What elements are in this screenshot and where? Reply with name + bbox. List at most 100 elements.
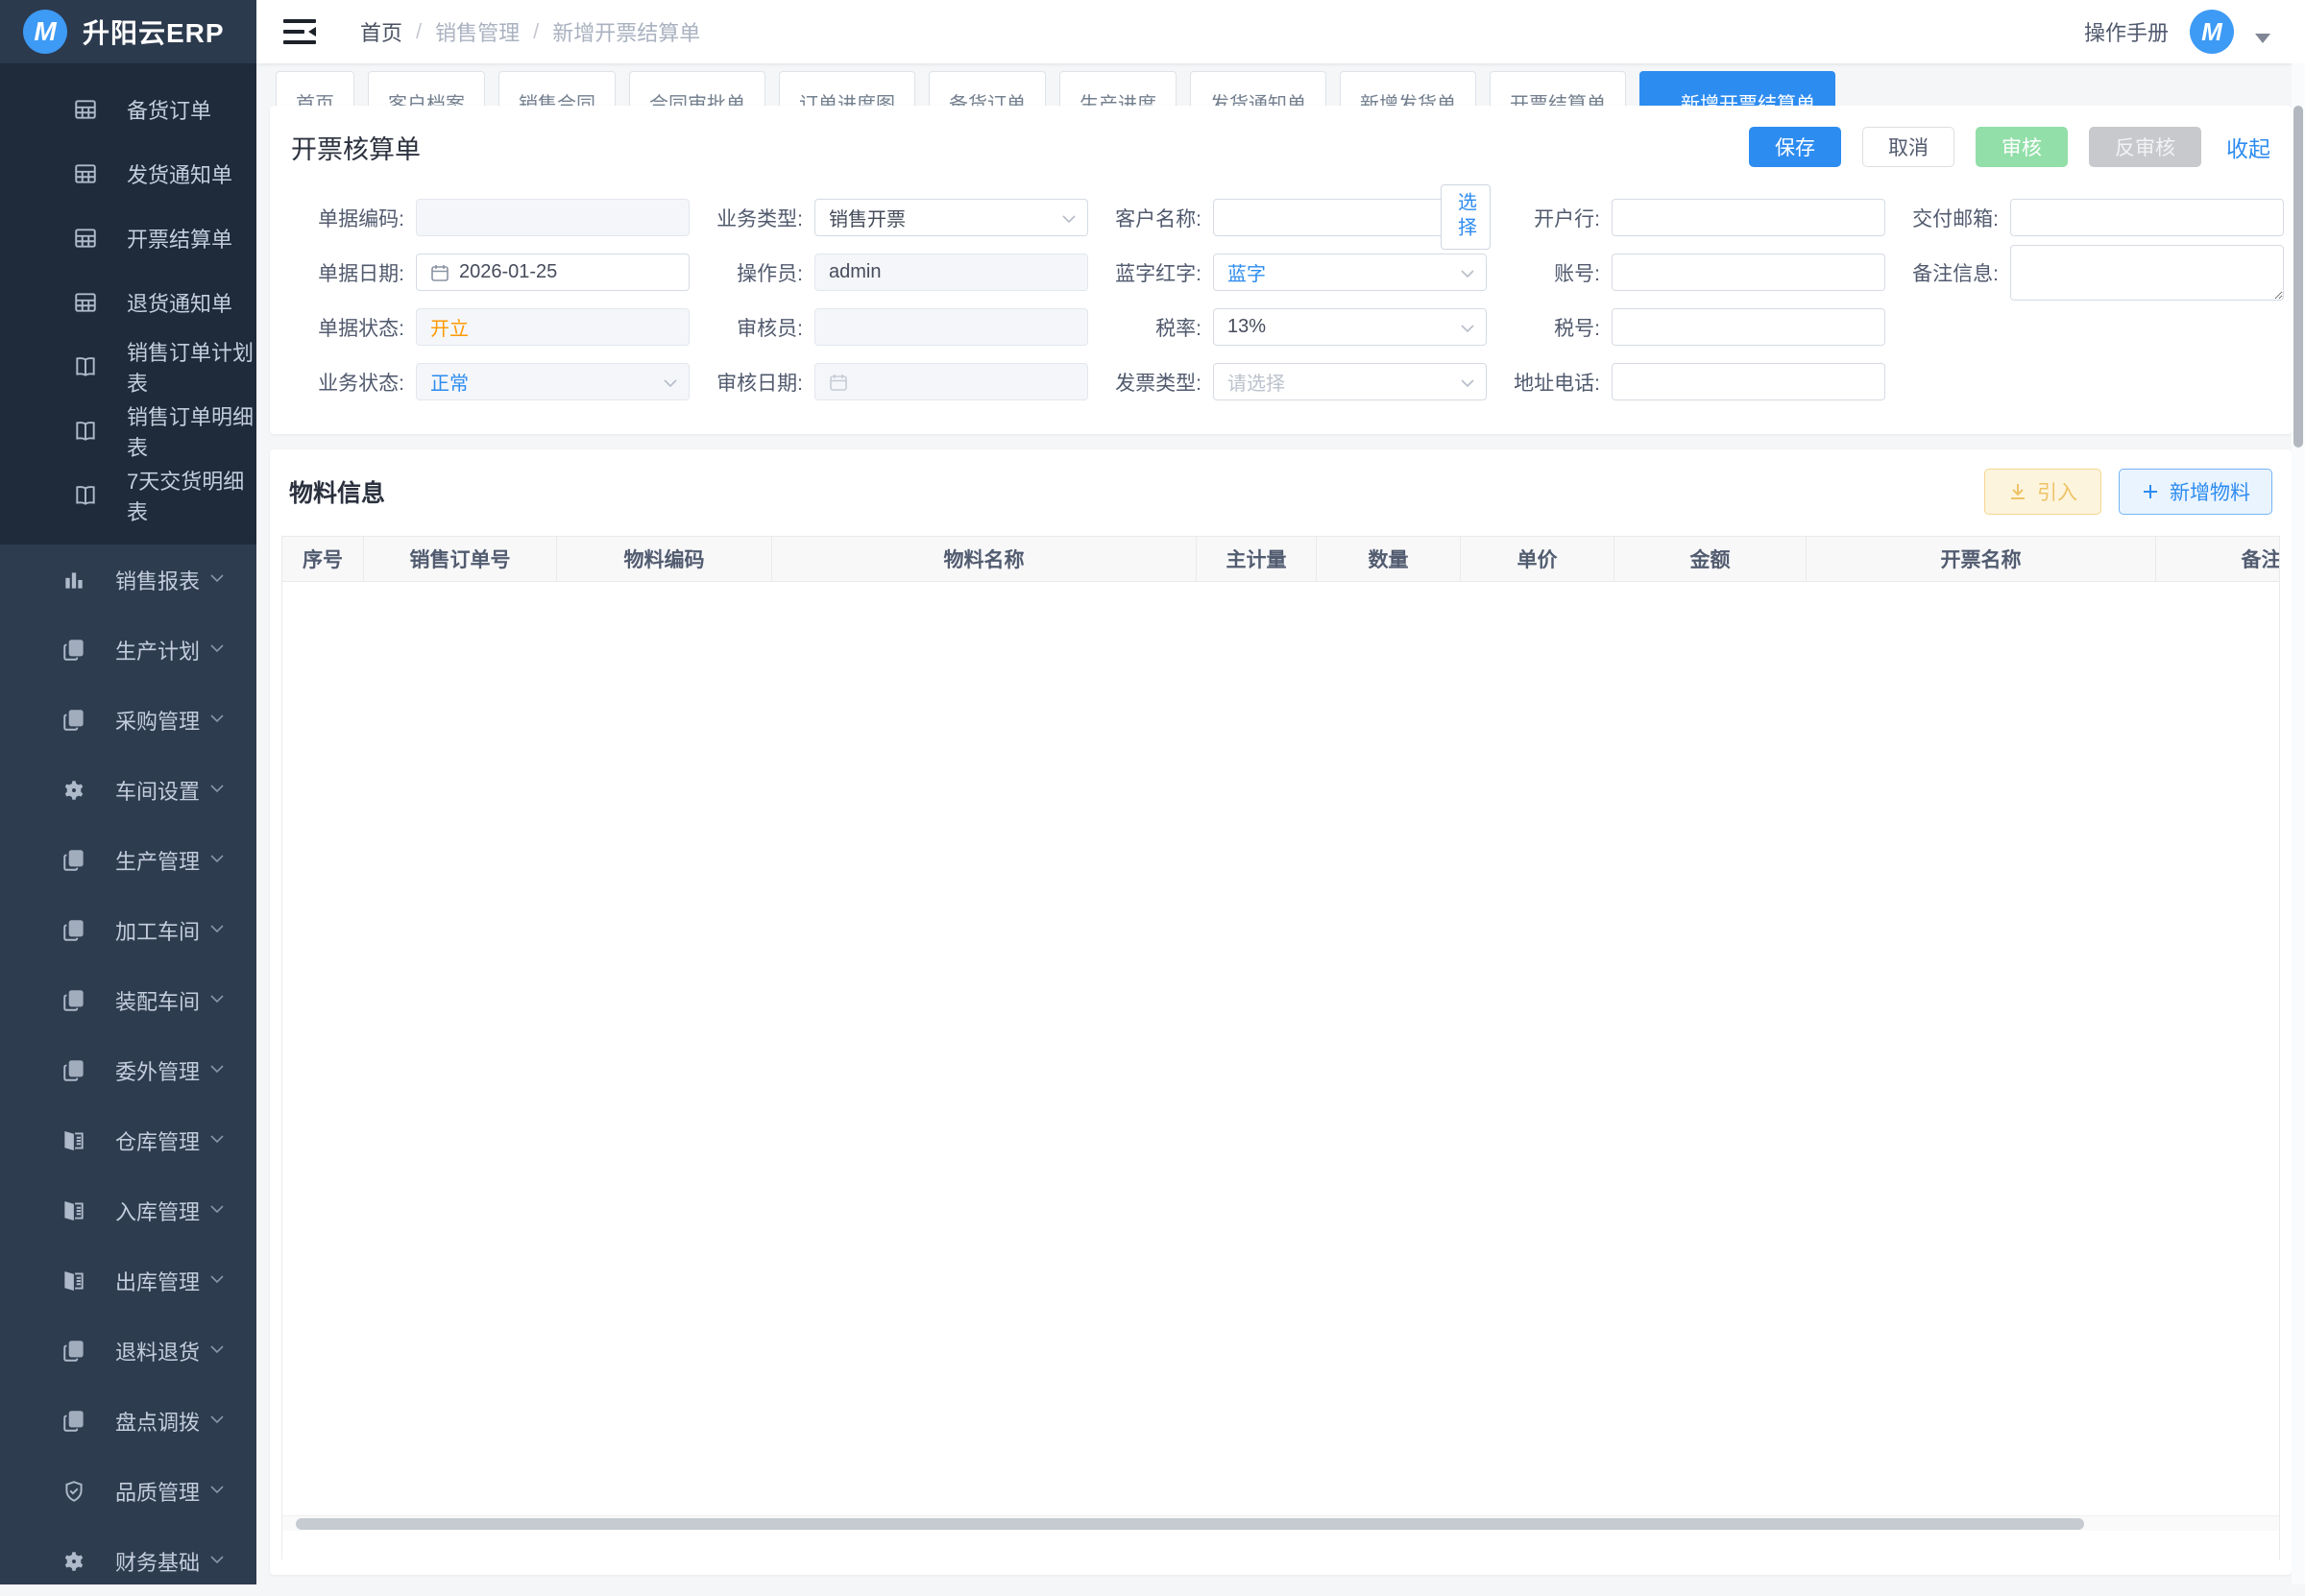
sidebar-item-5[interactable]: 销售订单明细表 (0, 399, 256, 463)
sidebar-item-label: 开票结算单 (127, 223, 232, 254)
sidebar-group-11[interactable]: 退料退货 (0, 1316, 256, 1386)
tax-no-input[interactable] (1612, 308, 1885, 346)
sidebar-group-label: 委外管理 (115, 1055, 200, 1086)
sidebar-item-3[interactable]: 退货通知单 (0, 270, 256, 334)
sidebar-group-8[interactable]: 仓库管理 (0, 1105, 256, 1175)
sidebar-item-2[interactable]: 开票结算单 (0, 206, 256, 270)
sidebar-group-14[interactable]: 财务基础 (0, 1526, 256, 1596)
tab-2[interactable]: 销售合同 (498, 71, 616, 106)
sidebar-group-label: 退料退货 (115, 1336, 200, 1366)
tab-9[interactable]: 开票结算单 (1490, 71, 1626, 106)
chevron-down-icon (208, 638, 226, 663)
sidebar-group-3[interactable]: 车间设置 (0, 755, 256, 825)
chevron-down-icon (1061, 210, 1077, 232)
account-input[interactable] (1612, 254, 1885, 291)
sidebar-group-0[interactable]: 销售报表 (0, 544, 256, 615)
biz-status-value: 正常 (430, 368, 469, 396)
tax-rate-select[interactable]: 13% (1213, 308, 1487, 346)
sidebar-group-label: 品质管理 (115, 1476, 200, 1507)
tab-label: 生产进度 (1080, 94, 1156, 106)
chevron-down-icon (208, 918, 226, 943)
biz-type-select[interactable]: 销售开票 (814, 199, 1088, 236)
audit-button[interactable]: 审核 (1976, 127, 2068, 167)
breadcrumb-current: 新增开票结算单 (552, 16, 700, 47)
door-icon (61, 1198, 86, 1223)
sidebar-collapse-icon[interactable] (283, 17, 316, 46)
column-header-4: 主计量 (1197, 537, 1317, 581)
breadcrumb-home[interactable]: 首页 (360, 16, 402, 47)
user-menu-caret-icon[interactable] (2255, 34, 2270, 43)
add-material-button[interactable]: 新增物料 (2119, 469, 2272, 515)
tab-label: 订单进度图 (799, 94, 895, 106)
manual-link[interactable]: 操作手册 (2084, 16, 2169, 47)
sidebar-group-13[interactable]: 品质管理 (0, 1456, 256, 1526)
chevron-down-icon (1460, 320, 1475, 342)
horizontal-scrollbar-thumb[interactable] (296, 1518, 2084, 1530)
audit-date-field (814, 363, 1088, 400)
tab-label: 发货通知单 (1210, 94, 1306, 106)
tab-1[interactable]: 客户档案 (368, 71, 485, 106)
sidebar-group-1[interactable]: 生产计划 (0, 615, 256, 685)
sidebar-item-4[interactable]: 销售订单计划表 (0, 334, 256, 399)
breadcrumb-separator: / (416, 19, 422, 44)
invoice-type-select[interactable]: 请选择 (1213, 363, 1487, 400)
sidebar-group-4[interactable]: 生产管理 (0, 825, 256, 895)
biz-status-select[interactable]: 正常 (416, 363, 690, 400)
tab-6[interactable]: 生产进度 (1059, 71, 1177, 106)
operator-input (814, 254, 1088, 291)
tab-0[interactable]: 首页 (276, 71, 354, 106)
tab-10[interactable]: 新增开票结算单 (1639, 71, 1835, 106)
sidebar-item-6[interactable]: 7天交货明细表 (0, 463, 256, 527)
tab-5[interactable]: 备货订单 (929, 71, 1046, 106)
bank-input[interactable] (1612, 199, 1885, 236)
book-icon (73, 483, 98, 508)
vertical-scrollbar-thumb[interactable] (2293, 106, 2303, 447)
sidebar-group-10[interactable]: 出库管理 (0, 1245, 256, 1316)
doc-date-picker[interactable]: 2026-01-25 (416, 254, 690, 291)
save-button[interactable]: 保存 (1749, 127, 1841, 167)
bank-label: 开户行: (1487, 204, 1600, 232)
table-icon (73, 97, 98, 122)
app-title: 升阳云ERP (83, 12, 225, 51)
doc-date-label: 单据日期: (291, 258, 404, 287)
table-icon (73, 290, 98, 315)
copy-icon (61, 1058, 86, 1083)
main-area: 首页 / 销售管理 / 新增开票结算单 操作手册 M 首页客户档案销售合同合同审… (256, 0, 2305, 1584)
blue-red-select[interactable]: 蓝字 (1213, 254, 1487, 291)
user-avatar[interactable]: M (2190, 10, 2234, 54)
sidebar-item-0[interactable]: 备货订单 (0, 77, 256, 141)
tax-rate-value: 13% (1227, 316, 1266, 338)
tab-label: 客户档案 (388, 94, 465, 106)
tab-4[interactable]: 订单进度图 (779, 71, 915, 106)
sidebar-group-2[interactable]: 采购管理 (0, 685, 256, 755)
customer-picker-button[interactable]: 选择 (1441, 184, 1491, 250)
sidebar-group-5[interactable]: 加工车间 (0, 895, 256, 965)
collapse-link[interactable]: 收起 (2226, 131, 2270, 163)
sidebar-group-12[interactable]: 盘点调拨 (0, 1386, 256, 1456)
doc-date-value: 2026-01-25 (459, 261, 557, 283)
invoice-form-card: 开票核算单 保存 取消 审核 反审核 收起 单据编码: 业务类型: 销售开票 客… (270, 106, 2292, 434)
column-header-2: 物料编码 (557, 537, 772, 581)
sidebar-item-1[interactable]: 发货通知单 (0, 141, 256, 206)
breadcrumb-sales[interactable]: 销售管理 (435, 16, 520, 47)
sidebar-group-9[interactable]: 入库管理 (0, 1175, 256, 1245)
chevron-down-icon (208, 848, 226, 873)
email-input[interactable] (2010, 199, 2284, 236)
sidebar-group-label: 销售报表 (115, 565, 200, 595)
tab-3[interactable]: 合同审批单 (629, 71, 765, 106)
plus-icon (2141, 482, 2160, 501)
tab-label: 首页 (296, 94, 334, 106)
biz-status-label: 业务状态: (291, 368, 404, 397)
addr-phone-input[interactable] (1612, 363, 1885, 400)
sidebar-group-6[interactable]: 装配车间 (0, 965, 256, 1035)
tax-rate-label: 税率: (1088, 313, 1201, 342)
tab-7[interactable]: 发货通知单 (1190, 71, 1326, 106)
import-button[interactable]: 引入 (1984, 469, 2101, 515)
sidebar-group-7[interactable]: 委外管理 (0, 1035, 256, 1105)
auditor-label: 审核员: (690, 313, 803, 342)
table-icon (73, 161, 98, 186)
remark-textarea[interactable] (2010, 245, 2284, 301)
tab-8[interactable]: 新增发货单 (1340, 71, 1476, 106)
unaudit-button[interactable]: 反审核 (2089, 127, 2201, 167)
cancel-button[interactable]: 取消 (1862, 127, 1954, 167)
